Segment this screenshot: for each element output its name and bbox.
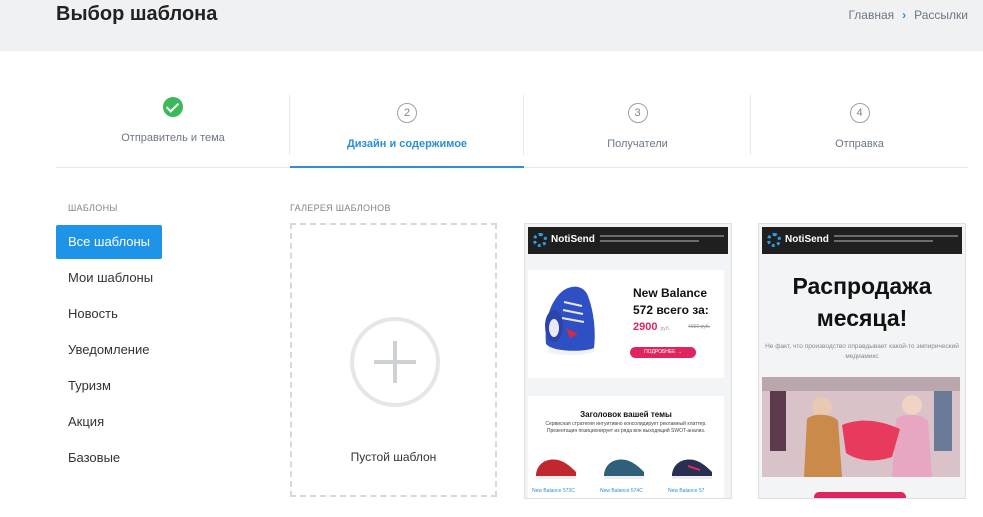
step-label: Отправка: [835, 138, 884, 150]
sale-title: Распродажа месяца!: [792, 273, 932, 331]
section-title: Заголовок вашей темы: [580, 410, 672, 419]
old-price: 4000 руб.: [688, 324, 711, 330]
step-label: Отправитель и тема: [121, 132, 225, 144]
sidebar-item-basic[interactable]: Базовые: [56, 441, 165, 475]
empty-template-label: Пустой шаблон: [350, 450, 437, 464]
sale-button: [814, 492, 906, 498]
step-sending[interactable]: 4 Отправка: [751, 95, 968, 167]
sidebar-item-notification[interactable]: Уведомление: [56, 333, 165, 367]
breadcrumb-home-link[interactable]: Главная: [848, 8, 894, 22]
step-design-and-content[interactable]: 2 Дизайн и содержимое: [290, 95, 524, 168]
breadcrumb-mailings-link[interactable]: Рассылки: [914, 8, 968, 22]
page-title: Выбор шаблона: [56, 3, 218, 25]
blue-sneaker-image: [545, 286, 595, 355]
chevron-right-icon: ›: [902, 8, 907, 22]
sidebar-item-news[interactable]: Новость: [56, 297, 165, 331]
template-header: NotiSend: [528, 227, 728, 254]
gallery-caption: ГАЛЕРЕЯ ШАБЛОНОВ: [290, 203, 391, 213]
plus-icon: [350, 317, 440, 407]
red-sneaker-image: [536, 459, 576, 479]
section-text: Сервисная стратегия интуитивно консолиди…: [545, 421, 707, 434]
step-number: 3: [627, 103, 648, 123]
breadcrumb: Главная › Рассылки: [848, 8, 968, 22]
empty-template-card[interactable]: Пустой шаблон: [290, 223, 497, 497]
active-step-indicator: [290, 166, 524, 168]
product-price: 2900 руб.: [633, 321, 670, 333]
header-placeholder-text: [600, 235, 724, 245]
template-logo-text: NotiSend: [551, 234, 595, 245]
teal-sneaker-image: [604, 459, 644, 479]
step-sender-and-subject[interactable]: Отправитель и тема: [56, 95, 290, 167]
sidebar-item-my-templates[interactable]: Мои шаблоны: [56, 261, 165, 295]
product-block: New Balance 572 всего за: 2900 руб. 4000…: [528, 270, 724, 378]
sidebar-item-all-templates[interactable]: Все шаблоны: [56, 225, 163, 259]
template-header: NotiSend: [762, 227, 962, 254]
step-number: 2: [397, 103, 417, 123]
template-card-sale[interactable]: NotiSend Распродажа месяца! Не факт, что…: [758, 223, 966, 499]
product-caption: New Balance 574C: [600, 488, 643, 494]
header-placeholder-text: [834, 235, 958, 245]
template-logo-text: NotiSend: [785, 234, 829, 245]
sidebar-item-tourism[interactable]: Туризм: [56, 369, 165, 403]
step-recipients[interactable]: 3 Получатели: [524, 95, 751, 167]
step-label: Получатели: [607, 138, 668, 150]
step-label: Дизайн и содержимое: [346, 138, 468, 150]
sidebar-item-promo[interactable]: Акция: [56, 405, 165, 439]
price-value: 2900: [633, 321, 658, 333]
price-unit: руб.: [660, 326, 671, 332]
more-button: ПОДРОБНЕЕ →: [630, 347, 696, 358]
wizard-steps: Отправитель и тема 2 Дизайн и содержимое…: [56, 95, 968, 168]
sidebar-caption: ШАБЛОНЫ: [68, 203, 118, 213]
step-number: 4: [849, 103, 870, 123]
notisend-logo-icon: [767, 233, 781, 247]
product-caption: New Balance 57: [668, 488, 705, 494]
product-name: New Balance 572 всего за:: [633, 286, 709, 317]
shopping-photo-image: [762, 377, 960, 477]
template-category-menu: Все шаблоны Мои шаблоны Новость Уведомле…: [56, 225, 165, 477]
check-circle-icon: [163, 97, 183, 117]
notisend-logo-icon: [533, 233, 547, 247]
template-card-new-balance[interactable]: NotiSend New Balance 572 всего за: 2900 …: [524, 223, 732, 499]
sale-text: Не факт, что производство оправдывает ка…: [765, 343, 959, 360]
navy-sneaker-image: [672, 459, 712, 479]
top-bar: Выбор шаблона Главная › Рассылки: [0, 0, 983, 51]
content-section-block: Заголовок вашей темы Сервисная стратегия…: [528, 396, 724, 498]
product-caption: New Balance 573C: [532, 488, 575, 494]
